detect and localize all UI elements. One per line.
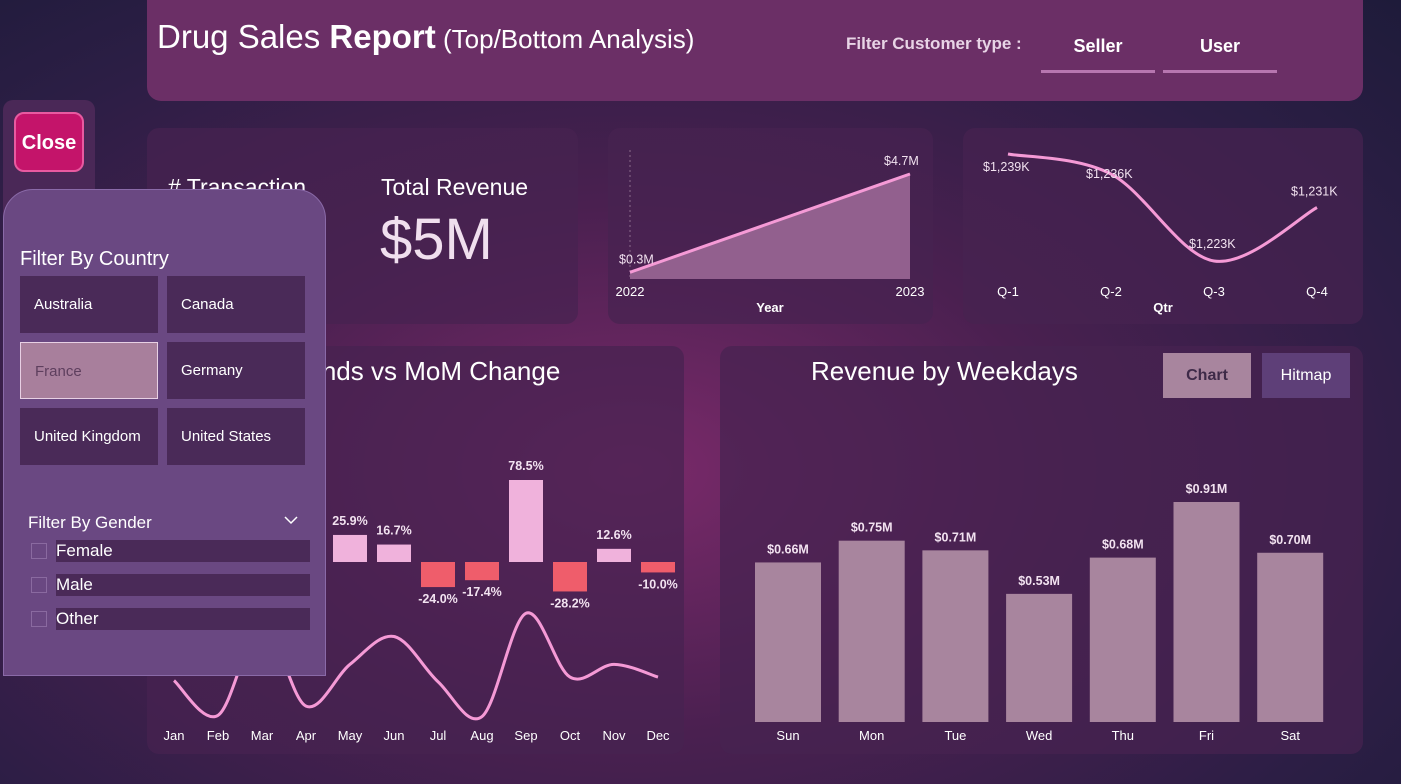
month-tick-label: Dec xyxy=(646,728,670,743)
month-tick-label: Oct xyxy=(560,728,581,743)
weekday-bar xyxy=(1173,502,1240,722)
mom-data-label: -10.0% xyxy=(638,577,678,591)
weekday-data-label: $0.75M xyxy=(851,521,893,535)
year-tick-2023: 2023 xyxy=(896,284,925,299)
weekday-bar xyxy=(755,562,821,722)
month-tick-label: Sep xyxy=(514,728,537,743)
quarter-tick-label: Q-3 xyxy=(1203,284,1225,299)
weekday-tick-label: Sun xyxy=(776,728,799,743)
mom-data-label: -24.0% xyxy=(418,592,458,606)
month-tick-label: Aug xyxy=(470,728,493,743)
mom-bar xyxy=(465,562,499,581)
weekday-tick-label: Thu xyxy=(1112,728,1134,743)
year-area-chart: $0.3M $4.7M 2022 2023 Year xyxy=(616,150,925,315)
quarter-tick-label: Q-1 xyxy=(997,284,1019,299)
mom-bar xyxy=(553,562,587,592)
filter-pane: Filter By Country Australia Canada Franc… xyxy=(3,189,326,676)
weekday-bar xyxy=(1257,552,1324,722)
month-tick-label: Feb xyxy=(207,728,229,743)
quarter-data-label: $1,231K xyxy=(1291,185,1338,199)
weekday-tick-label: Sat xyxy=(1280,728,1300,743)
weekday-data-label: $0.70M xyxy=(1269,533,1311,547)
weekday-data-label: $0.91M xyxy=(1186,482,1228,496)
weekday-bar xyxy=(1006,593,1073,722)
revenue-value: $5M xyxy=(380,207,493,272)
gender-label-male: Male xyxy=(56,574,310,596)
gender-label-female: Female xyxy=(56,540,310,562)
checkbox-male[interactable] xyxy=(31,577,47,593)
month-tick-label: Jan xyxy=(164,728,185,743)
mom-data-label: -28.2% xyxy=(550,596,590,610)
country-united-states[interactable]: United States xyxy=(167,408,305,465)
quarter-line-chart: $1,239K $1,236K $1,223K $1,231K Q-1 Q-2 Q-3 Q-… xyxy=(983,152,1338,315)
mom-data-label: -17.4% xyxy=(462,585,502,599)
weekday-tick-label: Wed xyxy=(1026,728,1053,743)
customer-type-seller-button[interactable]: Seller xyxy=(1041,28,1155,73)
country-united-kingdom[interactable]: United Kingdom xyxy=(20,408,158,465)
mom-bar xyxy=(377,544,411,562)
quarter-axis-title: Qtr xyxy=(1153,300,1173,315)
mom-bar xyxy=(333,534,367,562)
weekday-bar xyxy=(1089,557,1156,722)
year-data-label-2023: $4.7M xyxy=(884,154,919,168)
checkbox-other[interactable] xyxy=(31,611,47,627)
quarter-data-label: $1,239K xyxy=(983,160,1030,174)
customer-type-filter-label: Filter Customer type : xyxy=(846,34,1022,53)
mom-bar xyxy=(509,480,543,562)
mom-data-label: 78.5% xyxy=(508,459,543,473)
weekday-bar xyxy=(922,550,989,722)
year-axis-title: Year xyxy=(756,300,783,315)
quarter-trend-line xyxy=(1007,152,1318,263)
weekday-tick-label: Tue xyxy=(944,728,966,743)
close-button[interactable]: Close xyxy=(14,112,84,172)
customer-type-user-button[interactable]: User xyxy=(1163,28,1277,73)
mom-data-label: 25.9% xyxy=(332,514,367,528)
chevron-down-icon[interactable] xyxy=(284,515,298,525)
checkbox-female[interactable] xyxy=(31,543,47,559)
country-france[interactable]: France xyxy=(20,342,158,399)
month-tick-label: Mar xyxy=(251,728,274,743)
mom-data-label: 16.7% xyxy=(376,524,411,538)
revenue-label: Total Revenue xyxy=(381,174,529,200)
month-tick-label: Apr xyxy=(296,728,317,743)
mom-data-label: 12.6% xyxy=(596,528,631,542)
gender-label-other: Other xyxy=(56,608,310,630)
weekday-tick-label: Fri xyxy=(1199,728,1214,743)
weekday-bar-chart: $0.66M Sun $0.75M Mon $0.71M Tue $0.53M Wed $0.6… xyxy=(755,482,1324,743)
mom-bar xyxy=(641,562,675,573)
country-filter-title: Filter By Country xyxy=(20,248,169,270)
month-tick-label: May xyxy=(338,728,363,743)
country-germany[interactable]: Germany xyxy=(167,342,305,399)
quarter-tick-label: Q-4 xyxy=(1306,284,1328,299)
quarter-data-label: $1,223K xyxy=(1189,237,1236,251)
weekday-data-label: $0.68M xyxy=(1102,538,1144,552)
month-tick-label: Jul xyxy=(430,728,447,743)
weekday-bar xyxy=(838,540,905,722)
weekday-data-label: $0.71M xyxy=(935,530,977,544)
month-tick-label: Jun xyxy=(384,728,405,743)
country-australia[interactable]: Australia xyxy=(20,276,158,333)
mom-bar xyxy=(421,562,455,588)
quarter-tick-label: Q-2 xyxy=(1100,284,1122,299)
year-tick-2022: 2022 xyxy=(616,284,645,299)
month-tick-label: Nov xyxy=(602,728,626,743)
year-data-label-2022: $0.3M xyxy=(619,252,654,266)
gender-filter-title: Filter By Gender xyxy=(28,513,152,532)
quarter-data-label: $1,236K xyxy=(1086,167,1133,181)
mom-bar xyxy=(597,548,631,562)
weekday-data-label: $0.66M xyxy=(767,542,809,556)
country-canada[interactable]: Canada xyxy=(167,276,305,333)
weekday-tick-label: Mon xyxy=(859,728,884,743)
weekday-data-label: $0.53M xyxy=(1018,574,1060,588)
page-title: Drug Sales Report (Top/Bottom Analysis) xyxy=(157,18,695,55)
